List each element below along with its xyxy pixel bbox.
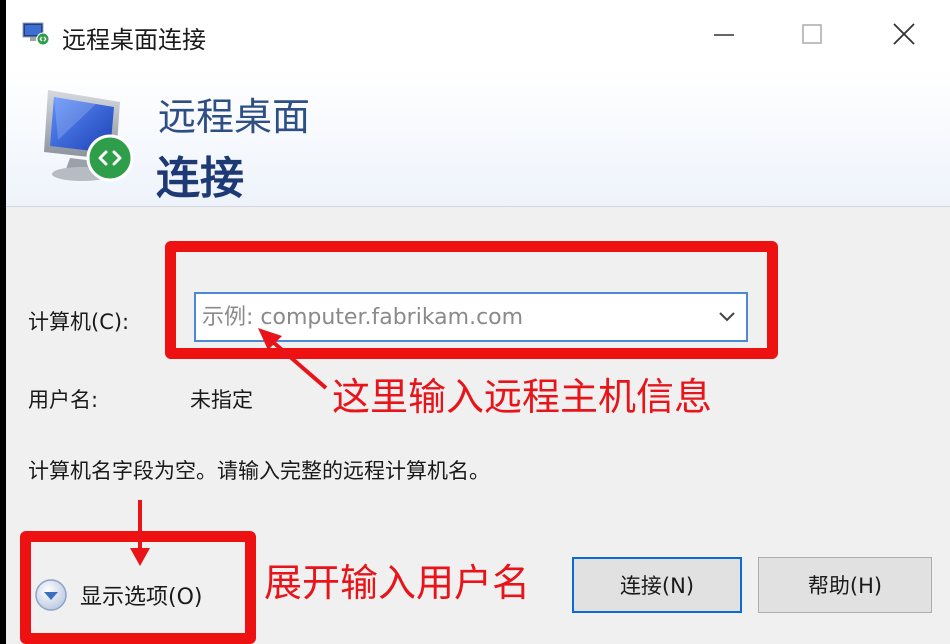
connect-button[interactable]: 连接(N) (572, 557, 742, 613)
show-options-toggle[interactable]: 显示选项(O) (34, 578, 202, 612)
expand-circle-icon (34, 578, 68, 612)
arrow-to-options (130, 500, 150, 566)
annotation-options-hint: 展开输入用户名 (264, 561, 531, 605)
annotation-computer-hint: 这里输入远程主机信息 (332, 375, 713, 419)
rdp-window: 远程桌面连接 远程桌面 连接 计算机(C): 示例: computer.fabr… (6, 0, 950, 644)
help-button[interactable]: 帮助(H) (758, 557, 932, 613)
show-options-label: 显示选项(O) (80, 585, 203, 610)
annotation-arrows (130, 328, 328, 566)
arrow-to-input (258, 328, 328, 390)
